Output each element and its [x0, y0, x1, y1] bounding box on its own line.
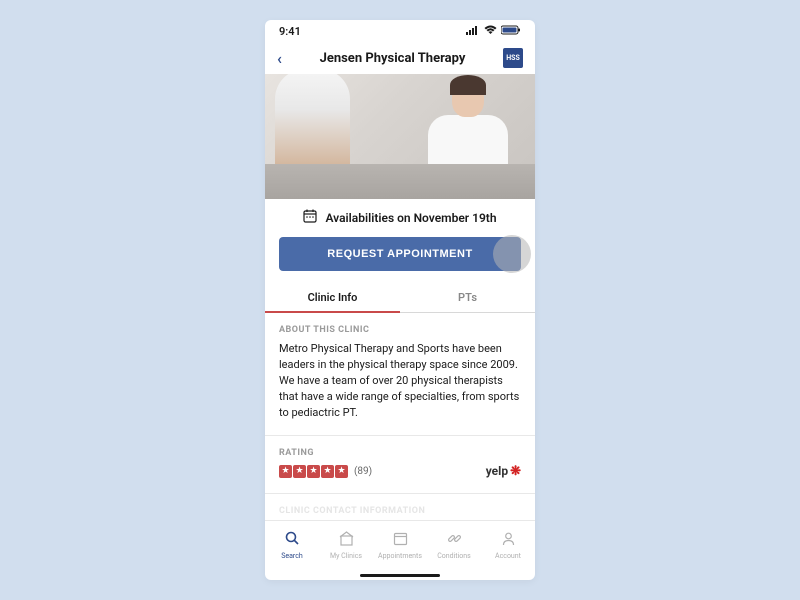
home-indicator[interactable]: [265, 570, 535, 580]
brand-badge[interactable]: HSS: [503, 48, 523, 68]
about-body: Metro Physical Therapy and Sports have b…: [279, 341, 521, 421]
search-icon: [285, 531, 300, 550]
appointments-icon: [393, 531, 408, 550]
account-icon: [501, 531, 516, 550]
content-tabs: Clinic Info PTs: [265, 283, 535, 313]
stars-icon: ★★★★★: [279, 465, 348, 478]
rating-row: ★★★★★ (89) yelp ❋: [279, 464, 521, 479]
tabbar-appointments[interactable]: Appointments: [373, 521, 427, 570]
tab-pts[interactable]: PTs: [400, 283, 535, 312]
about-heading: ABOUT THIS CLINIC: [279, 325, 521, 335]
tab-clinic-info[interactable]: Clinic Info: [265, 283, 400, 312]
phone-frame: 9:41 ‹ Jensen Physical Therapy HSS: [265, 20, 535, 580]
rating-count: (89): [354, 466, 372, 477]
tabbar-account[interactable]: Account: [481, 521, 535, 570]
back-button[interactable]: ‹: [277, 49, 282, 68]
conditions-icon: [447, 531, 462, 550]
bottom-tabbar: Search My Clinics Appointments Condition…: [265, 520, 535, 570]
divider: [265, 493, 535, 494]
yelp-burst-icon: ❋: [510, 464, 521, 479]
request-appointment-button[interactable]: REQUEST APPOINTMENT: [279, 237, 521, 271]
tabbar-my-clinics[interactable]: My Clinics: [319, 521, 373, 570]
hero-image: [265, 74, 535, 199]
divider: [265, 435, 535, 436]
status-icons: [466, 25, 521, 38]
status-time: 9:41: [279, 25, 301, 38]
rating-heading: RATING: [279, 448, 521, 458]
wifi-icon: [484, 25, 497, 38]
tabbar-search[interactable]: Search: [265, 521, 319, 570]
signal-icon: [466, 25, 480, 38]
battery-icon: [501, 25, 521, 38]
tabbar-conditions[interactable]: Conditions: [427, 521, 481, 570]
nav-bar: ‹ Jensen Physical Therapy HSS: [265, 42, 535, 74]
yelp-logo[interactable]: yelp ❋: [486, 464, 521, 479]
status-bar: 9:41: [265, 20, 535, 42]
stars-wrap: ★★★★★ (89): [279, 465, 372, 478]
availability-text: Availabilities on November 19th: [325, 211, 496, 225]
availability-row: Availabilities on November 19th: [265, 199, 535, 237]
contact-heading: CLINIC CONTACT INFORMATION: [279, 506, 521, 516]
calendar-icon: [303, 209, 317, 227]
clinic-icon: [339, 531, 354, 550]
touch-indicator: [493, 235, 531, 273]
page-title: Jensen Physical Therapy: [320, 51, 466, 66]
content-scroll[interactable]: ABOUT THIS CLINIC Metro Physical Therapy…: [265, 313, 535, 520]
